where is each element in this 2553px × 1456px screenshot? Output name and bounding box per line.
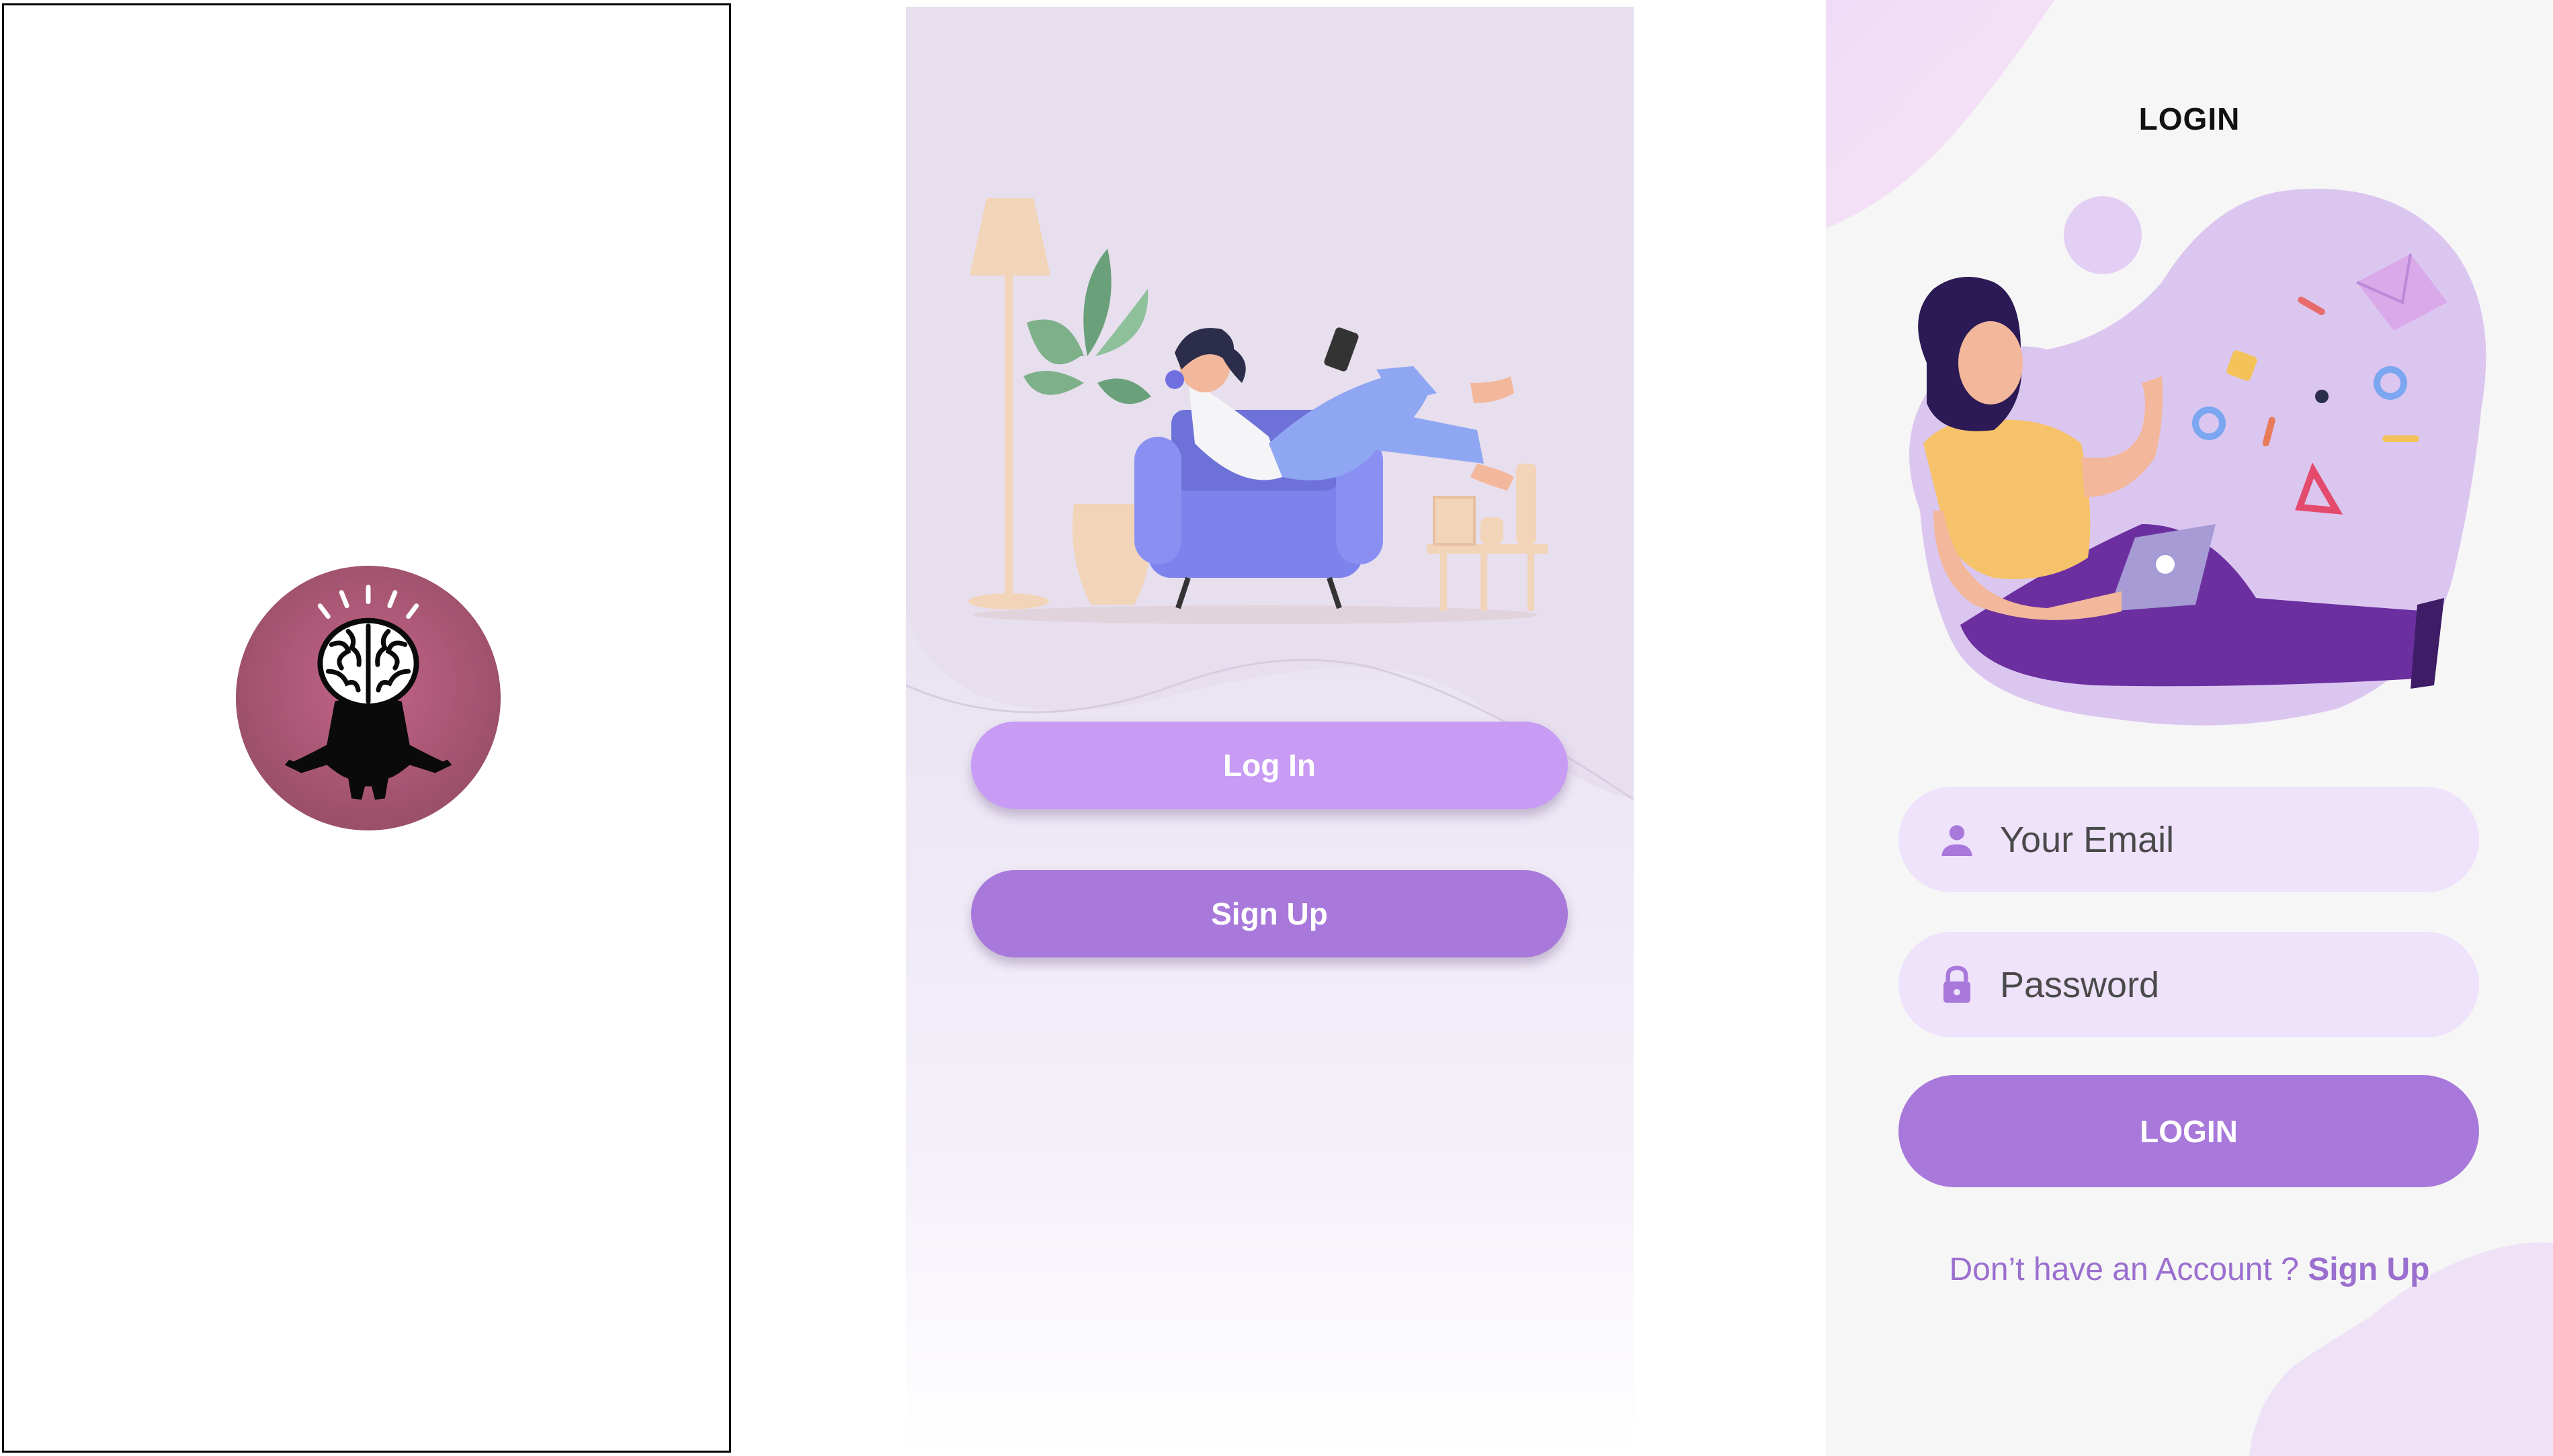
- sign-up-link[interactable]: Sign Up: [2308, 1252, 2429, 1287]
- password-field[interactable]: [1898, 932, 2479, 1037]
- login-screen: LOGIN LOGIN Don’t have an Account ? Sign…: [1826, 0, 2553, 1456]
- person-icon: [1941, 824, 1972, 856]
- sign-up-button[interactable]: Sign Up: [971, 870, 1568, 957]
- signup-prompt: Don’t have an Account ? Sign Up: [1826, 1251, 2553, 1288]
- password-input[interactable]: [1999, 963, 2431, 1007]
- signup-prompt-text: Don’t have an Account ?: [1949, 1252, 2308, 1287]
- splash-screen: [2, 3, 731, 1453]
- login-background-illustration: [1826, 0, 2553, 1456]
- log-in-button[interactable]: Log In: [971, 722, 1568, 809]
- welcome-screen: Log In Sign Up: [906, 7, 1634, 1456]
- meditating-brain-icon: [235, 565, 501, 831]
- lock-icon: [1943, 965, 1970, 1003]
- login-button[interactable]: LOGIN: [1898, 1075, 2479, 1187]
- email-input[interactable]: [1999, 818, 2431, 861]
- woman-reading-armchair-illustration: [906, 7, 1634, 800]
- email-field[interactable]: [1898, 787, 2479, 892]
- page-title: LOGIN: [2138, 101, 2241, 136]
